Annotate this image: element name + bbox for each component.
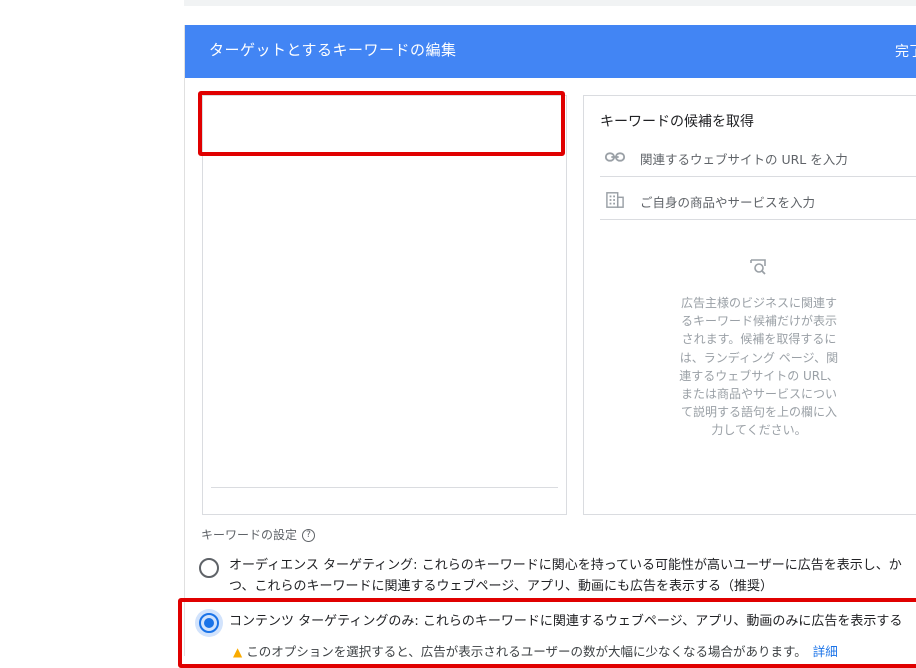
content-targeting-radio[interactable] (199, 613, 219, 633)
content-targeting-label[interactable]: コンテンツ ターゲティングのみ: これらのキーワードに関連するウェブページ、アプ… (229, 611, 916, 632)
product-service-placeholder: ご自身の商品やサービスを入力 (640, 195, 816, 210)
details-link[interactable]: 詳細 (813, 644, 838, 659)
building-icon (606, 192, 624, 208)
link-icon (604, 152, 626, 162)
website-url-field[interactable]: 関連するウェブサイトの URL を入力 (600, 140, 916, 177)
dialog-header: ターゲットとするキーワードの編集 完了 (185, 25, 916, 78)
warning-icon: ▲ (233, 645, 243, 659)
website-url-placeholder: 関連するウェブサイトの URL を入力 (640, 152, 848, 167)
dialog-title: ターゲットとするキーワードの編集 (209, 41, 457, 59)
product-service-field[interactable]: ご自身の商品やサービスを入力 (600, 183, 916, 220)
suggestions-title: キーワードの候補を取得 (600, 114, 754, 130)
suggestions-empty-message: 広告主様のビジネスに関連するキーワード候補だけが表示されます。候補を取得するには… (679, 296, 839, 438)
audience-targeting-label[interactable]: オーディエンス ターゲティング: これらのキーワードに関心を持っている可能性が高… (229, 555, 916, 597)
keyword-input-highlight (198, 91, 565, 156)
content-targeting-warning: ▲ このオプションを選択すると、広告が表示されるユーザーの数が大幅に少なくなる場合… (233, 641, 838, 660)
audience-targeting-radio[interactable] (199, 558, 219, 578)
background-page-strip (184, 0, 916, 6)
search-page-icon (750, 259, 766, 275)
warning-text: このオプションを選択すると、広告が表示されるユーザーの数が大幅に少なくなる場合が… (246, 644, 807, 659)
done-button[interactable]: 完了 (895, 41, 916, 61)
keyword-settings-label: キーワードの設定? (201, 526, 316, 543)
help-icon[interactable]: ? (302, 529, 316, 542)
keyword-entry-panel (202, 95, 570, 515)
keyword-settings-text: キーワードの設定 (201, 528, 298, 542)
keyword-panel-divider (211, 487, 558, 488)
keyword-suggestions-panel: キーワードの候補を取得 関連するウェブサイトの URL を入力 ご自身の商品やサ… (583, 95, 916, 515)
